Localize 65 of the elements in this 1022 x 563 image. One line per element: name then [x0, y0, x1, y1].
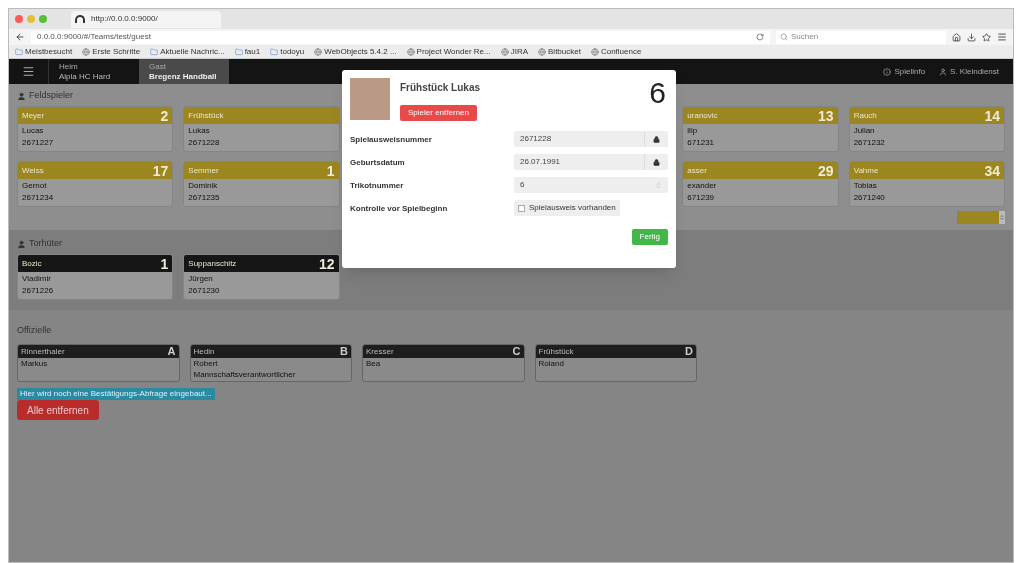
- first-name: Robert: [193, 358, 219, 370]
- first-name: ilip: [687, 125, 699, 137]
- player-id: 2671240: [853, 192, 886, 203]
- last-name: Rinnerthaler: [21, 345, 65, 358]
- first-name: Vladimir: [22, 273, 52, 285]
- player-id: 2671227: [22, 137, 55, 148]
- player-id: 2671235: [188, 192, 221, 203]
- jersey-number: 2: [160, 108, 169, 123]
- jersey-number: 6: [649, 78, 666, 111]
- first-name: Tobias: [853, 180, 878, 192]
- first-name: Lucas: [22, 125, 45, 137]
- first-name: Julian: [853, 125, 876, 137]
- field-label: Kontrolle vor Spielbeginn: [350, 203, 449, 215]
- field-label: Trikotnummer: [350, 180, 405, 192]
- first-name: Gernot: [22, 180, 48, 192]
- jersey-number: 29: [818, 163, 834, 178]
- jersey-number: 12: [319, 256, 335, 271]
- last-name: Vahme: [853, 164, 879, 177]
- field-label: Spielausweisnummer: [350, 134, 433, 146]
- jersey-number: 1: [326, 163, 335, 178]
- jersey-number: 34: [984, 163, 1000, 178]
- info-badge: Hier wird noch eine Bestätigungs-Abfrage eingebaut...: [17, 388, 215, 400]
- section-title: Offizielle: [17, 325, 52, 335]
- first-name: Markus: [21, 358, 49, 370]
- first-name: Dominik: [188, 180, 219, 192]
- last-name: Weiss: [22, 164, 44, 177]
- player-id: 671239: [687, 192, 716, 203]
- player-id: 2671230: [188, 285, 221, 296]
- jersey-number: 14: [984, 108, 1000, 123]
- url-text: 0.0.0.0:9000/#/Teams/test/guest: [37, 31, 151, 43]
- first-name: Bea: [366, 358, 382, 370]
- last-name: Frühstück: [538, 345, 574, 358]
- jersey-number: 13: [818, 108, 834, 123]
- first-name: Lukas: [188, 125, 211, 137]
- last-name: Frühstück: [188, 109, 224, 122]
- player-id: 2671226: [22, 285, 55, 296]
- last-name: Rauch: [853, 109, 877, 122]
- section-title: Torhüter: [29, 237, 63, 251]
- player-id: 2671234: [22, 192, 55, 203]
- official-letter: B: [340, 346, 348, 357]
- official-letter: C: [512, 346, 521, 357]
- section-title: Feldspieler: [29, 89, 74, 103]
- first-name: Jürgen: [188, 273, 214, 285]
- last-name: Suppanschitz: [188, 257, 237, 270]
- first-name: Roland: [538, 358, 565, 370]
- last-name: Kresser: [366, 345, 394, 358]
- player-name: Frühstück Lukas: [400, 81, 481, 95]
- last-name: asser: [687, 164, 707, 177]
- player-id: 2671228: [188, 137, 221, 148]
- official-letter: D: [685, 346, 693, 357]
- last-name: Meyer: [22, 109, 45, 122]
- role-text: Mannschaftsverantwortlicher: [193, 370, 297, 380]
- last-name: uranovic: [687, 109, 718, 122]
- player-id: 671231: [687, 137, 716, 148]
- jersey-number: 17: [152, 163, 169, 178]
- search-placeholder: Suchen: [791, 31, 819, 43]
- field-label: Geburtsdatum: [350, 157, 406, 169]
- official-letter: A: [167, 346, 176, 357]
- first-name: exander: [687, 180, 718, 192]
- last-name: Semmer: [188, 164, 219, 177]
- player-id: 2671232: [853, 137, 886, 148]
- jersey-number: 1: [160, 256, 169, 271]
- last-name: Hedin: [193, 345, 215, 358]
- tab-title: http://0.0.0.0:9000/: [91, 13, 158, 25]
- last-name: Bozic: [22, 257, 42, 270]
